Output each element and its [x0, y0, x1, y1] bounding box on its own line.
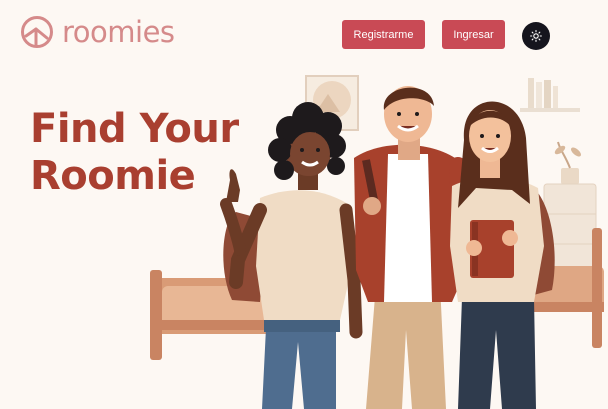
navbar: roomies Registrarme Ingresar: [0, 0, 608, 70]
person-right: [450, 101, 555, 409]
sun-icon: [530, 30, 542, 42]
plant: [554, 141, 581, 184]
login-button[interactable]: Ingresar: [442, 20, 505, 49]
roomies-logo-icon: [21, 16, 53, 48]
person-left: [220, 102, 363, 409]
theme-toggle-button[interactable]: [522, 22, 550, 50]
three-roommates-illustration: [150, 75, 604, 409]
person-middle: [354, 86, 473, 409]
wall-shelf: [520, 78, 580, 112]
register-button[interactable]: Registrarme: [342, 20, 425, 49]
brand-logo[interactable]: roomies: [20, 12, 200, 52]
brand-name: roomies: [62, 14, 175, 49]
landing-page: roomies Registrarme Ingresar Find Your R…: [0, 0, 608, 409]
